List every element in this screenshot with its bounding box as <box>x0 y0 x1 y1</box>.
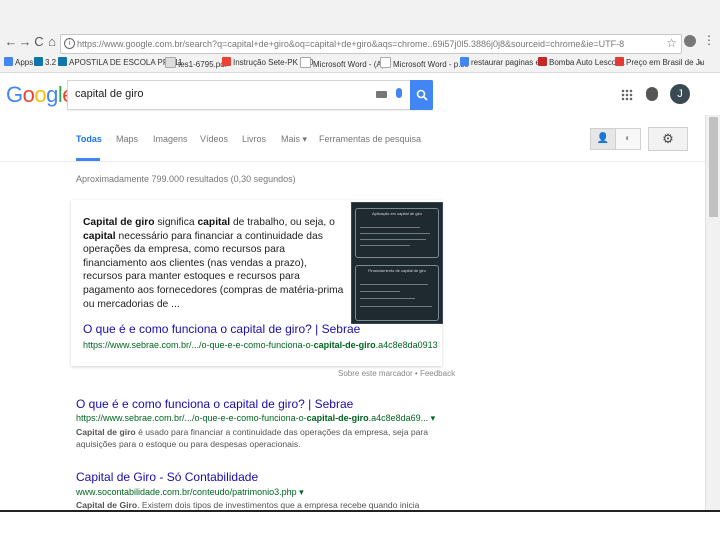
tools-icon <box>222 57 231 66</box>
notifications-icon[interactable] <box>646 87 658 101</box>
forward-icon[interactable]: → <box>18 35 32 49</box>
apps-grid-icon <box>4 57 13 66</box>
avatar[interactable]: J <box>670 84 690 104</box>
back-icon[interactable]: ← <box>4 35 18 49</box>
tab-search-tools[interactable]: Ferramentas de pesquisa <box>319 134 421 144</box>
home-icon[interactable]: ⌂ <box>45 35 59 49</box>
tab-books[interactable]: Livros <box>242 134 266 144</box>
snippet-text: Capital de giro significa capital de tra… <box>83 217 344 310</box>
result-url[interactable]: https://www.sebrae.com.br/.../o-que-e-e-… <box>76 413 435 424</box>
search-input[interactable]: capital de giro <box>67 80 433 110</box>
tabs-divider <box>0 161 705 162</box>
search-button[interactable] <box>410 80 433 110</box>
result-title-link[interactable]: O que é e como funciona o capital de gir… <box>76 397 353 411</box>
keyboard-icon[interactable] <box>376 91 387 98</box>
bookmark-item[interactable]: Microsoft Word - (A) <box>300 57 384 70</box>
bookmark-item[interactable]: APOSTILA DE ESCOLA PP 111 <box>58 57 182 68</box>
snippet-title-link[interactable]: O que é e como funciona o capital de gir… <box>83 322 360 336</box>
logo-letter: o <box>34 82 47 107</box>
result-description: Capital de giro é usado para financiar a… <box>76 427 429 449</box>
snippet-image[interactable]: Aplicação em capital de giro Financiamen… <box>351 202 443 324</box>
bottom-divider <box>0 510 720 512</box>
bookmark-item[interactable]: tes1-6795.pdf <box>165 57 227 70</box>
feedback-link[interactable]: Sobre este marcador • Feedback <box>338 369 455 378</box>
result-url[interactable]: www.socontabilidade.com.br/conteudo/patr… <box>76 487 304 498</box>
result-title-link[interactable]: Capital de Giro - Só Contabilidade <box>76 470 258 484</box>
scrollbar[interactable] <box>705 115 720 510</box>
logo-letter: g <box>46 82 58 107</box>
file-icon <box>300 57 311 68</box>
shop-icon <box>615 57 624 66</box>
star-icon[interactable]: ☆ <box>666 36 677 50</box>
scrollbar-thumb[interactable] <box>709 117 718 217</box>
bookmark-item[interactable]: Microsoft Word - p.sc <box>380 57 468 70</box>
google-logo[interactable]: Google <box>6 80 75 110</box>
search-query[interactable]: capital de giro <box>75 88 144 100</box>
bookmark-item[interactable]: restaurar paginas ee <box>460 57 544 68</box>
shop-icon <box>538 57 547 66</box>
info-icon[interactable]: i <box>64 38 75 49</box>
thumb-panel: Aplicação em capital de giro <box>355 208 439 258</box>
gear-icon[interactable]: ⚙ <box>648 127 688 151</box>
tab-more[interactable]: Mais ▾ <box>281 134 307 145</box>
result-stats: Aproximadamente 799.000 resultados (0,30… <box>76 174 296 184</box>
address-bar[interactable]: i https://www.google.com.br/search?q=cap… <box>60 34 682 54</box>
globe-icon[interactable]: ◐ <box>615 128 641 150</box>
result-description: Capital de Giro. Existem dois tipos de i… <box>76 500 420 510</box>
bookmark-apps[interactable]: Apps <box>4 57 33 68</box>
file-icon <box>380 57 391 68</box>
logo-letter: G <box>6 82 23 107</box>
linkedin-icon <box>34 57 43 66</box>
tab-videos[interactable]: Vídeos <box>200 134 228 144</box>
microphone-icon[interactable] <box>396 88 402 98</box>
url-text[interactable]: https://www.google.com.br/search?q=capit… <box>77 37 667 51</box>
thumb-panel: Financiamento de capital de giro <box>355 265 439 321</box>
tab-images[interactable]: Imagens <box>153 134 188 144</box>
extension-icon[interactable] <box>684 35 696 47</box>
snippet-url[interactable]: https://www.sebrae.com.br/.../o-que-e-e-… <box>83 340 438 350</box>
search-icon <box>416 89 428 101</box>
bookmark-item[interactable]: Bomba Auto Lescova <box>538 57 625 68</box>
person-icon[interactable]: 👤 <box>590 128 616 150</box>
google-g-icon <box>460 57 469 66</box>
logo-letter: o <box>22 82 35 107</box>
tab-all[interactable]: Todas <box>76 134 102 144</box>
featured-snippet: Capital de giro significa capital de tra… <box>71 200 443 366</box>
tab-maps[interactable]: Maps <box>116 134 138 144</box>
more-bookmarks-icon[interactable]: » <box>698 57 702 68</box>
file-icon <box>165 57 176 68</box>
linkedin-icon <box>58 57 67 66</box>
bookmark-item[interactable]: 3.2 <box>34 57 56 68</box>
menu-icon[interactable]: ⋮ <box>703 33 715 47</box>
bookmarks-bar: Apps 3.2 APOSTILA DE ESCOLA PP 111 tes1-… <box>0 54 720 73</box>
apps-icon[interactable] <box>621 89 633 101</box>
bookmark-item[interactable]: Preço em Brasil de Ju <box>615 57 704 68</box>
reload-icon[interactable]: C <box>32 35 46 49</box>
